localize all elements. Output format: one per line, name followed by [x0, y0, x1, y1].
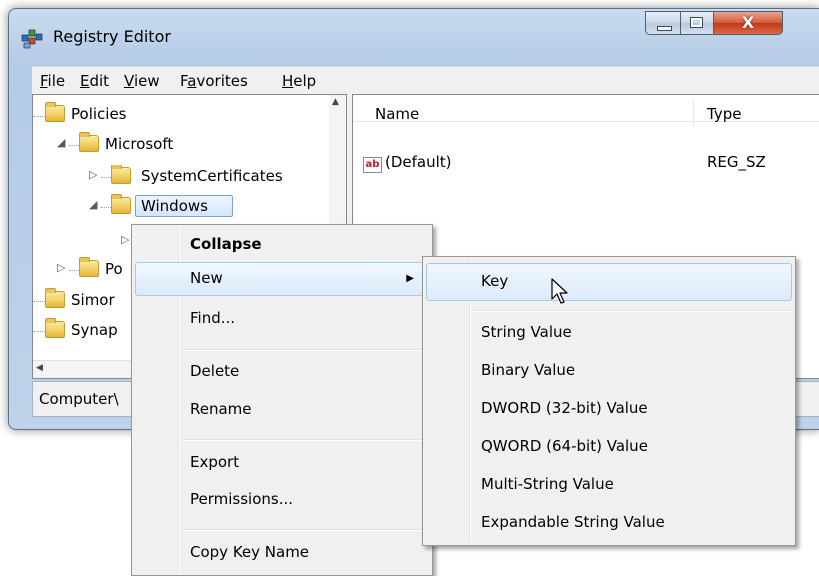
tree-item-synap[interactable]: Synap: [33, 318, 133, 341]
column-header-type[interactable]: Type: [707, 105, 741, 123]
value-type: REG_SZ: [707, 153, 766, 171]
menu-item-label: Collapse: [190, 235, 262, 253]
menu-help[interactable]: Help: [282, 72, 316, 90]
tree-connector: [33, 301, 45, 302]
menu-item-permissions[interactable]: Permissions...: [132, 490, 432, 516]
menu-item-delete[interactable]: Delete: [132, 362, 432, 388]
menu-item-key[interactable]: Key: [423, 263, 795, 299]
menu-edit[interactable]: Edit: [80, 72, 109, 90]
tree-item-label: Simor: [71, 291, 115, 309]
folder-icon: [79, 257, 99, 277]
tree-item-label: SystemCertificates: [141, 167, 283, 185]
tree-connector: [101, 177, 111, 178]
folder-icon: [45, 288, 65, 308]
menu-item-label: Rename: [190, 400, 252, 418]
new-submenu: Key String Value Binary Value DWORD (32-…: [422, 256, 796, 546]
folder-icon: [45, 318, 65, 338]
status-path: Computer\: [39, 390, 119, 408]
tree-item-microsoft[interactable]: ◢ Microsoft: [33, 132, 333, 155]
tree-connector: [33, 331, 45, 332]
scroll-up-arrow-icon[interactable]: ▲: [332, 97, 339, 107]
menu-item-qword-value[interactable]: QWORD (64-bit) Value: [423, 437, 795, 463]
menu-view[interactable]: View: [124, 72, 160, 90]
minimize-button[interactable]: [645, 11, 681, 35]
tree-item-po[interactable]: ▷ Po: [33, 257, 133, 280]
menu-item-label: Key: [481, 272, 509, 290]
menu-item-new[interactable]: New ▶: [132, 262, 432, 294]
menu-item-label: Binary Value: [481, 361, 576, 379]
menu-item-label: DWORD (32-bit) Value: [481, 399, 648, 417]
column-header-name[interactable]: Name: [375, 105, 419, 123]
submenu-arrow-icon: ▶: [406, 273, 414, 284]
menu-separator: [182, 439, 428, 441]
folder-icon: [79, 132, 99, 152]
folder-icon: [111, 165, 131, 184]
menu-item-dword-value[interactable]: DWORD (32-bit) Value: [423, 399, 795, 425]
menu-item-binary-value[interactable]: Binary Value: [423, 361, 795, 387]
tree-item-label: Microsoft: [105, 135, 174, 153]
tree-connector: [101, 207, 111, 208]
menu-item-expandable-string-value[interactable]: Expandable String Value: [423, 513, 795, 539]
menu-item-collapse[interactable]: Collapse: [132, 233, 432, 259]
menu-item-label: Multi-String Value: [481, 475, 614, 493]
tree-item-label: Policies: [71, 105, 127, 123]
menu-item-label: Find...: [190, 309, 236, 327]
close-icon: X: [741, 13, 755, 32]
collapse-arrow-icon[interactable]: ◢: [89, 198, 97, 211]
menu-file[interactable]: File: [40, 72, 65, 90]
tree-item-label: Po: [105, 260, 123, 278]
menu-item-multi-string-value[interactable]: Multi-String Value: [423, 475, 795, 501]
expand-arrow-icon[interactable]: ▷: [57, 261, 65, 274]
scroll-left-arrow-icon[interactable]: ◀: [36, 363, 43, 373]
string-value-icon: ab: [363, 157, 382, 173]
tree-item-windows[interactable]: ◢ Windows: [33, 194, 253, 217]
maximize-icon: [690, 17, 703, 28]
tree-connector: [69, 145, 79, 146]
menu-item-rename[interactable]: Rename: [132, 400, 432, 426]
tree-item-label: Synap: [71, 321, 118, 339]
context-menu: Collapse New ▶ Find... Delete Rename Exp…: [131, 224, 433, 576]
value-name: (Default): [385, 153, 452, 171]
mouse-cursor-icon: [551, 278, 568, 304]
menu-separator: [182, 349, 428, 351]
menu-bar: File Edit View Favorites Help: [32, 66, 819, 94]
minimize-icon: [657, 26, 672, 31]
menu-item-export[interactable]: Export: [132, 453, 432, 479]
folder-icon: [111, 194, 131, 214]
menu-item-label: Delete: [190, 362, 240, 380]
menu-separator: [182, 529, 428, 531]
maximize-button[interactable]: [680, 11, 714, 35]
menu-item-label: Expandable String Value: [481, 513, 665, 531]
menu-separator: [473, 310, 791, 312]
collapse-arrow-icon[interactable]: ◢: [57, 136, 65, 149]
expand-arrow-icon[interactable]: ▷: [121, 233, 129, 246]
menu-item-label: Copy Key Name: [190, 543, 310, 561]
menu-item-string-value[interactable]: String Value: [423, 323, 795, 349]
menu-item-copy-key-name[interactable]: Copy Key Name: [132, 543, 432, 569]
tree-item-systemcertificates[interactable]: ▷ SystemCertificates: [33, 165, 330, 187]
menu-item-find[interactable]: Find...: [132, 309, 432, 335]
window-title: Registry Editor: [53, 27, 171, 46]
menu-item-label: String Value: [481, 323, 572, 341]
tree-item-simor[interactable]: Simor: [33, 288, 133, 311]
menu-favorites[interactable]: Favorites: [180, 72, 248, 90]
column-divider[interactable]: [693, 101, 694, 127]
close-button[interactable]: X: [713, 11, 783, 35]
title-bar[interactable]: Registry Editor X: [9, 9, 819, 59]
menu-item-label: Export: [190, 453, 240, 471]
tree-connector: [69, 270, 79, 271]
expand-arrow-icon[interactable]: ▷: [89, 168, 97, 181]
menu-item-label: QWORD (64-bit) Value: [481, 437, 648, 455]
menu-item-label: New: [190, 269, 223, 287]
folder-icon: [45, 102, 65, 122]
registry-icon: [21, 29, 43, 49]
menu-item-label: Permissions...: [190, 490, 294, 508]
column-header-row: Name Type: [353, 95, 819, 127]
tree-item-policies[interactable]: Policies: [33, 102, 333, 125]
tree-item-label: Windows: [141, 197, 208, 215]
